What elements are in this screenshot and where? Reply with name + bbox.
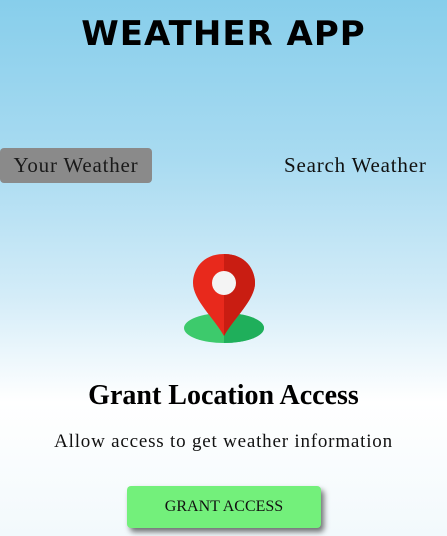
tab-search-weather[interactable]: Search Weather — [284, 148, 427, 183]
tab-your-weather[interactable]: Your Weather — [0, 148, 152, 183]
grant-location-description: Allow access to get weather information — [54, 431, 393, 452]
grant-location-title: Grant Location Access — [88, 380, 359, 411]
app-title: WEATHER APP — [81, 14, 366, 54]
pin-hole — [212, 271, 236, 295]
location-pin-icon — [184, 254, 264, 343]
grant-access-button[interactable]: GRANT ACCESS — [127, 486, 321, 528]
